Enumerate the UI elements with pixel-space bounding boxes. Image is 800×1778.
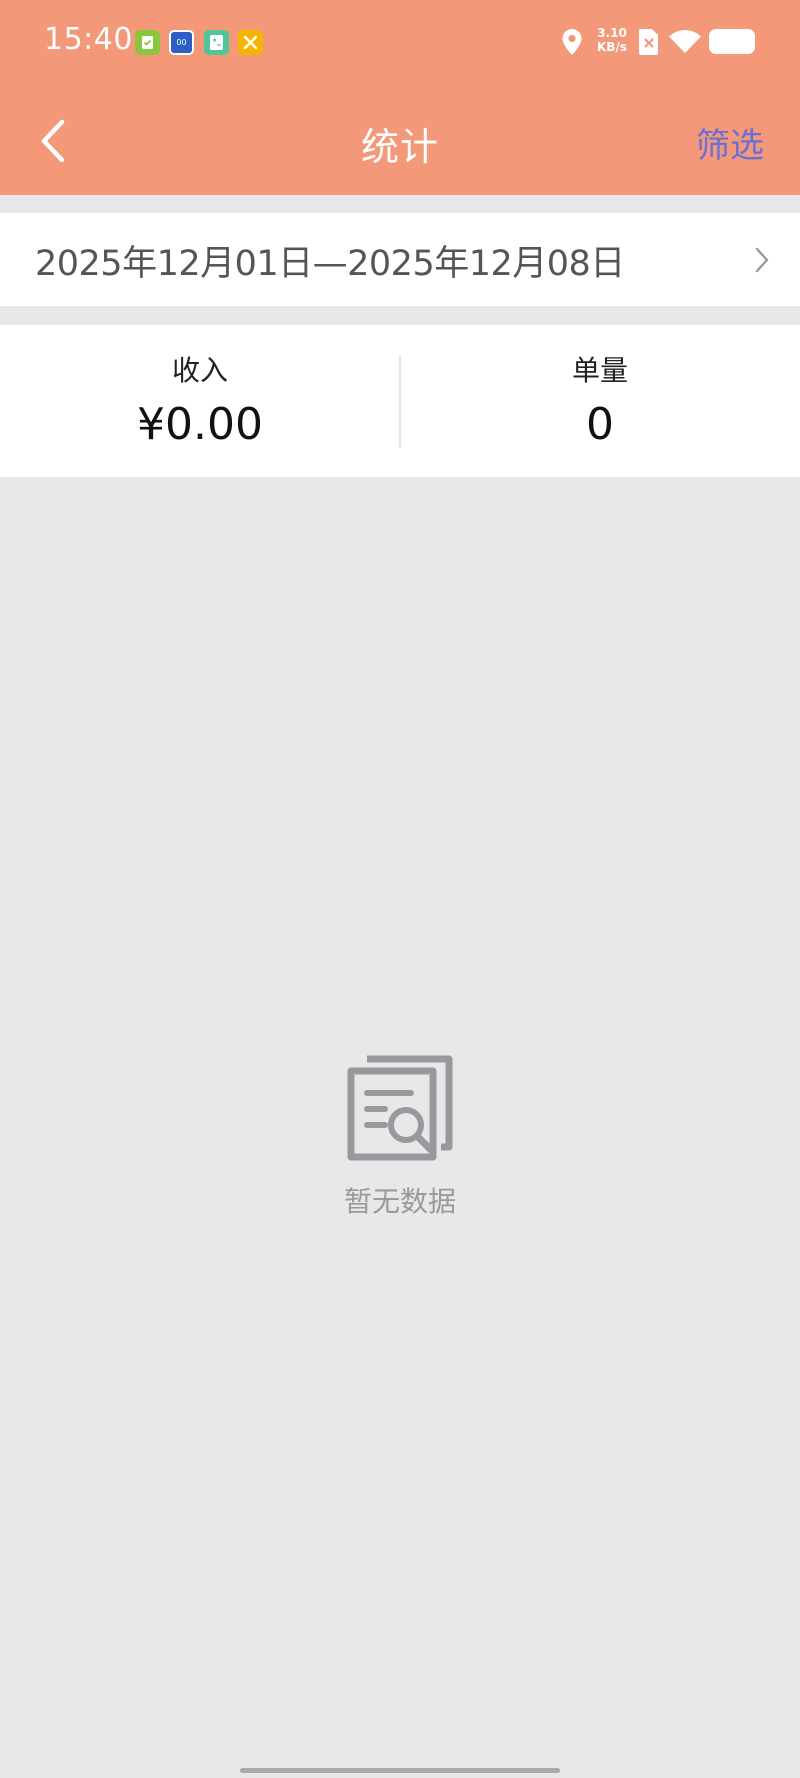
wifi-icon bbox=[668, 28, 702, 58]
tools-app-icon bbox=[238, 30, 263, 55]
status-bar: 15:40 00 3.10 KB/s bbox=[0, 0, 800, 86]
svg-text:00: 00 bbox=[176, 38, 186, 47]
income-stat: 收入 ¥0.00 bbox=[0, 325, 400, 477]
date-range-selector[interactable]: 2025年12月01日—2025年12月08日 bbox=[0, 213, 800, 306]
chevron-right-icon bbox=[754, 247, 770, 277]
app-header: 15:40 00 3.10 KB/s 统计 筛选 bbox=[0, 0, 800, 195]
net-speed-value: 3.10 bbox=[597, 26, 627, 40]
filter-button[interactable]: 筛选 bbox=[696, 118, 764, 167]
calendar-app-icon: 00 bbox=[169, 30, 194, 55]
orders-value: 0 bbox=[586, 399, 614, 450]
net-speed-unit: KB/s bbox=[597, 40, 627, 54]
document-search-icon bbox=[345, 1055, 455, 1167]
calculator-app-icon bbox=[204, 30, 229, 55]
status-time: 15:40 bbox=[44, 22, 133, 57]
income-value: ¥0.00 bbox=[137, 399, 263, 450]
clipboard-app-icon bbox=[135, 30, 160, 55]
empty-state-text: 暂无数据 bbox=[343, 1185, 456, 1218]
date-range-text: 2025年12月01日—2025年12月08日 bbox=[35, 244, 625, 284]
battery-icon bbox=[709, 29, 755, 54]
orders-stat: 单量 0 bbox=[400, 325, 800, 477]
home-indicator[interactable] bbox=[240, 1768, 560, 1773]
page-title: 统计 bbox=[360, 125, 439, 169]
stats-summary: 收入 ¥0.00 单量 0 bbox=[0, 325, 800, 477]
network-speed: 3.10 KB/s bbox=[594, 26, 630, 54]
no-sim-icon bbox=[638, 28, 660, 60]
orders-label: 单量 bbox=[571, 354, 628, 387]
location-icon bbox=[560, 28, 584, 60]
income-label: 收入 bbox=[171, 354, 228, 387]
